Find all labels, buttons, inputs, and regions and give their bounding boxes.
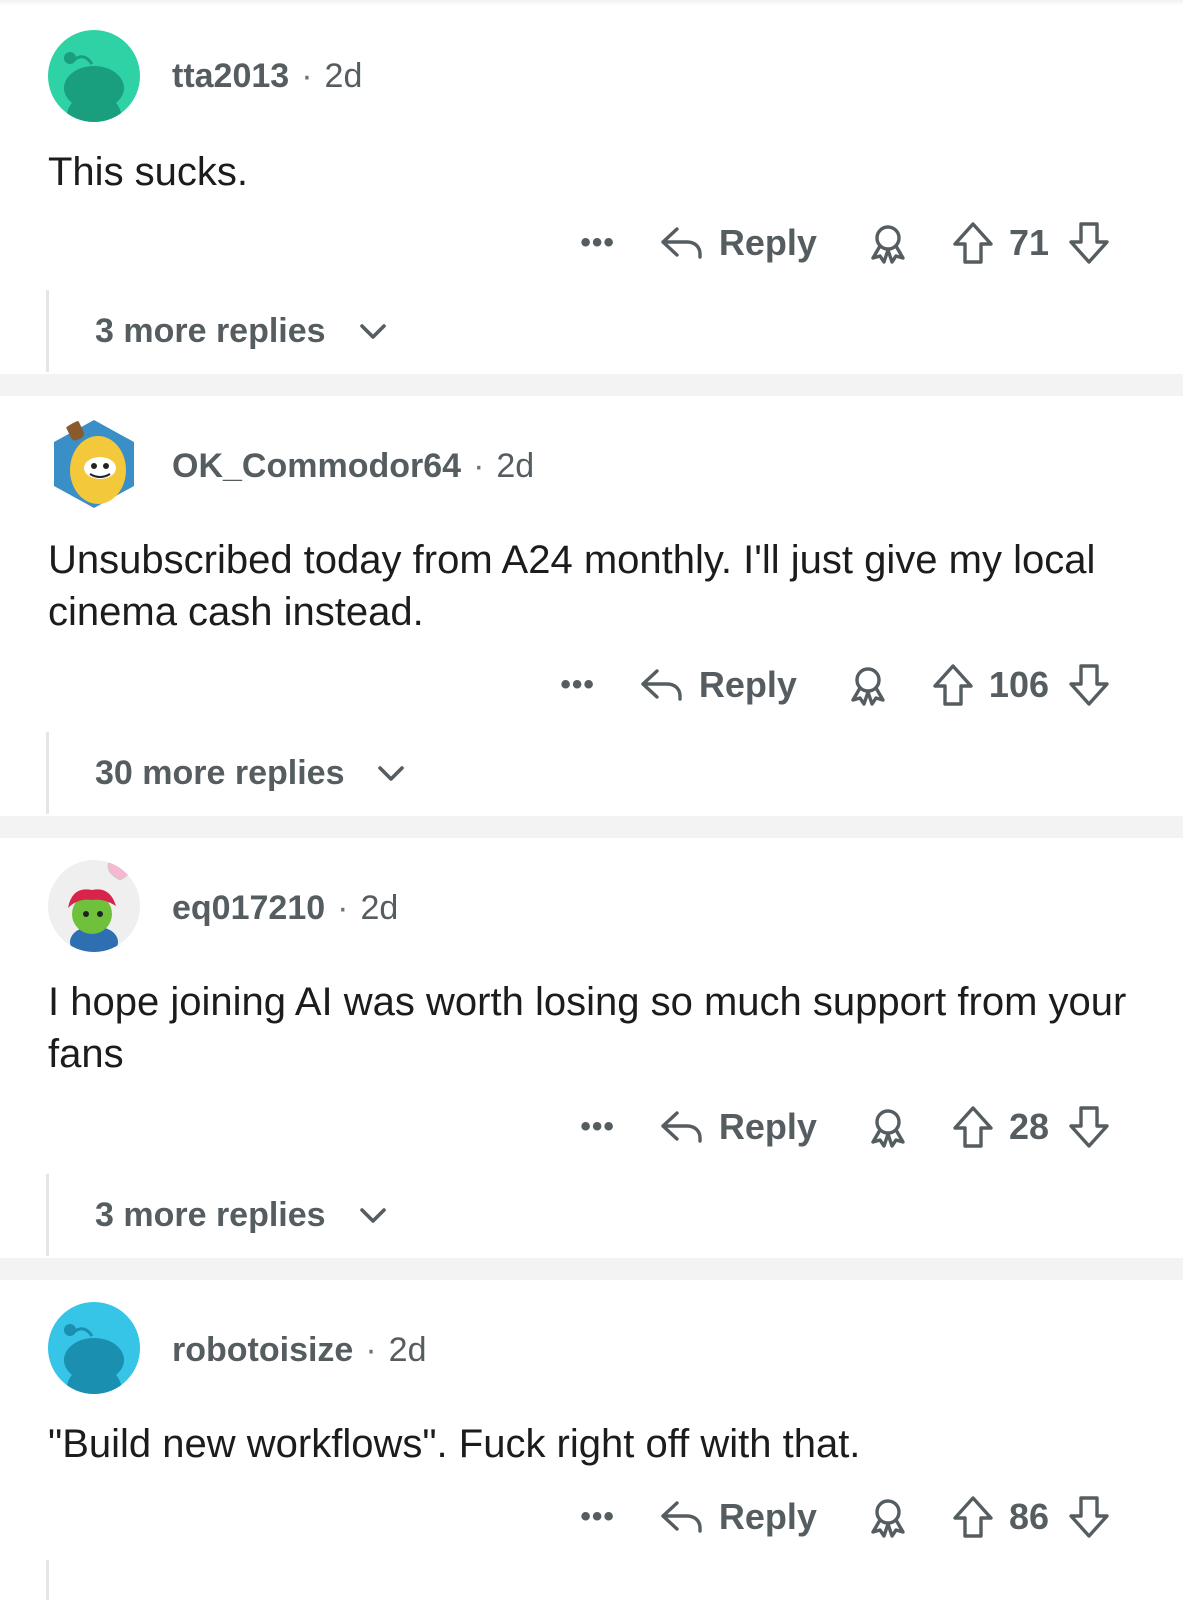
more-replies-button[interactable]: 3 more replies [46,1174,388,1256]
comment-actions: ••• Reply 86 [580,1492,1111,1542]
meta-separator: · [301,57,313,95]
comment-meta: robotoisize · 2d [172,1330,427,1370]
comment-meta: tta2013 · 2d [172,56,362,96]
thread-line [46,1560,49,1600]
reply-label: Reply [718,1106,817,1147]
chevron-down-icon [358,320,388,342]
comment-actions: ••• Reply 28 [580,1102,1111,1152]
comment-age: 2d [496,447,535,485]
comment-separator [0,374,1183,396]
comment-separator [0,1258,1183,1280]
more-replies-label: 30 more replies [95,753,345,792]
vote-score: 106 [988,664,1049,705]
comment-actions: ••• Reply 71 [580,218,1111,268]
comment-text: Unsubscribed today from A24 monthly. I'l… [48,538,1096,634]
award-button[interactable] [845,662,931,708]
comment-meta: eq017210 · 2d [172,888,398,928]
comment-actions: ••• Reply 106 [560,660,1111,710]
more-options-button[interactable]: ••• [560,670,595,700]
username-link[interactable]: tta2013 [172,57,289,95]
downvote-icon[interactable] [1067,220,1111,266]
downvote-icon[interactable] [1067,1494,1111,1540]
comment-text: I hope joining AI was worth losing so mu… [48,980,1127,1076]
award-icon [865,1104,911,1150]
comment-age: 2d [324,57,363,95]
more-options-button[interactable]: ••• [580,1112,615,1142]
comment-separator [0,816,1183,838]
vote-score: 86 [1008,1496,1049,1537]
snoo-avatar-icon[interactable] [48,30,140,122]
top-fade [0,0,1183,6]
downvote-icon[interactable] [1067,1104,1111,1150]
snoo-avatar-icon[interactable] [48,1302,140,1394]
green-character-avatar-icon[interactable] [48,860,140,952]
reply-icon [639,665,685,705]
chevron-down-icon [376,762,406,784]
comment-meta: OK_Commodor64 · 2d [172,446,534,486]
more-replies-label: 3 more replies [95,1195,326,1234]
reply-icon [659,1107,705,1147]
comment-text: "Build new workflows". Fuck right off wi… [48,1422,861,1466]
vote-controls: 106 [931,662,1111,708]
reply-icon [659,223,705,263]
upvote-icon[interactable] [951,1104,995,1150]
meta-separator: · [337,889,349,927]
vote-controls: 86 [951,1494,1111,1540]
comment-age: 2d [360,889,399,927]
more-options-button[interactable]: ••• [580,1502,615,1532]
award-icon [845,662,891,708]
comment-age: 2d [388,1331,427,1369]
comment-text: This sucks. [48,150,249,194]
vote-controls: 71 [951,220,1111,266]
meta-separator: · [365,1331,377,1369]
reply-label: Reply [718,1496,817,1537]
reply-button[interactable]: Reply [639,664,797,706]
vote-score: 71 [1008,222,1049,263]
more-replies-label: 3 more replies [95,311,326,350]
reply-label: Reply [718,222,817,263]
upvote-icon[interactable] [951,1494,995,1540]
downvote-icon[interactable] [1067,662,1111,708]
more-replies-button[interactable]: 30 more replies [46,732,406,814]
upvote-icon[interactable] [931,662,975,708]
reply-button[interactable]: Reply [659,1106,817,1148]
banana-avatar-icon[interactable] [48,418,140,510]
username-link[interactable]: robotoisize [172,1331,353,1369]
award-button[interactable] [865,1104,951,1150]
more-options-button[interactable]: ••• [580,228,615,258]
username-link[interactable]: eq017210 [172,889,325,927]
reply-label: Reply [698,664,797,705]
upvote-icon[interactable] [951,220,995,266]
vote-score: 28 [1008,1106,1049,1147]
reply-button[interactable]: Reply [659,1496,817,1538]
award-button[interactable] [865,1494,951,1540]
meta-separator: · [473,447,485,485]
award-icon [865,220,911,266]
vote-controls: 28 [951,1104,1111,1150]
award-icon [865,1494,911,1540]
more-replies-button[interactable]: 3 more replies [46,290,388,372]
reply-button[interactable]: Reply [659,222,817,264]
chevron-down-icon [358,1204,388,1226]
reply-icon [659,1497,705,1537]
username-link[interactable]: OK_Commodor64 [172,447,461,485]
award-button[interactable] [865,220,951,266]
